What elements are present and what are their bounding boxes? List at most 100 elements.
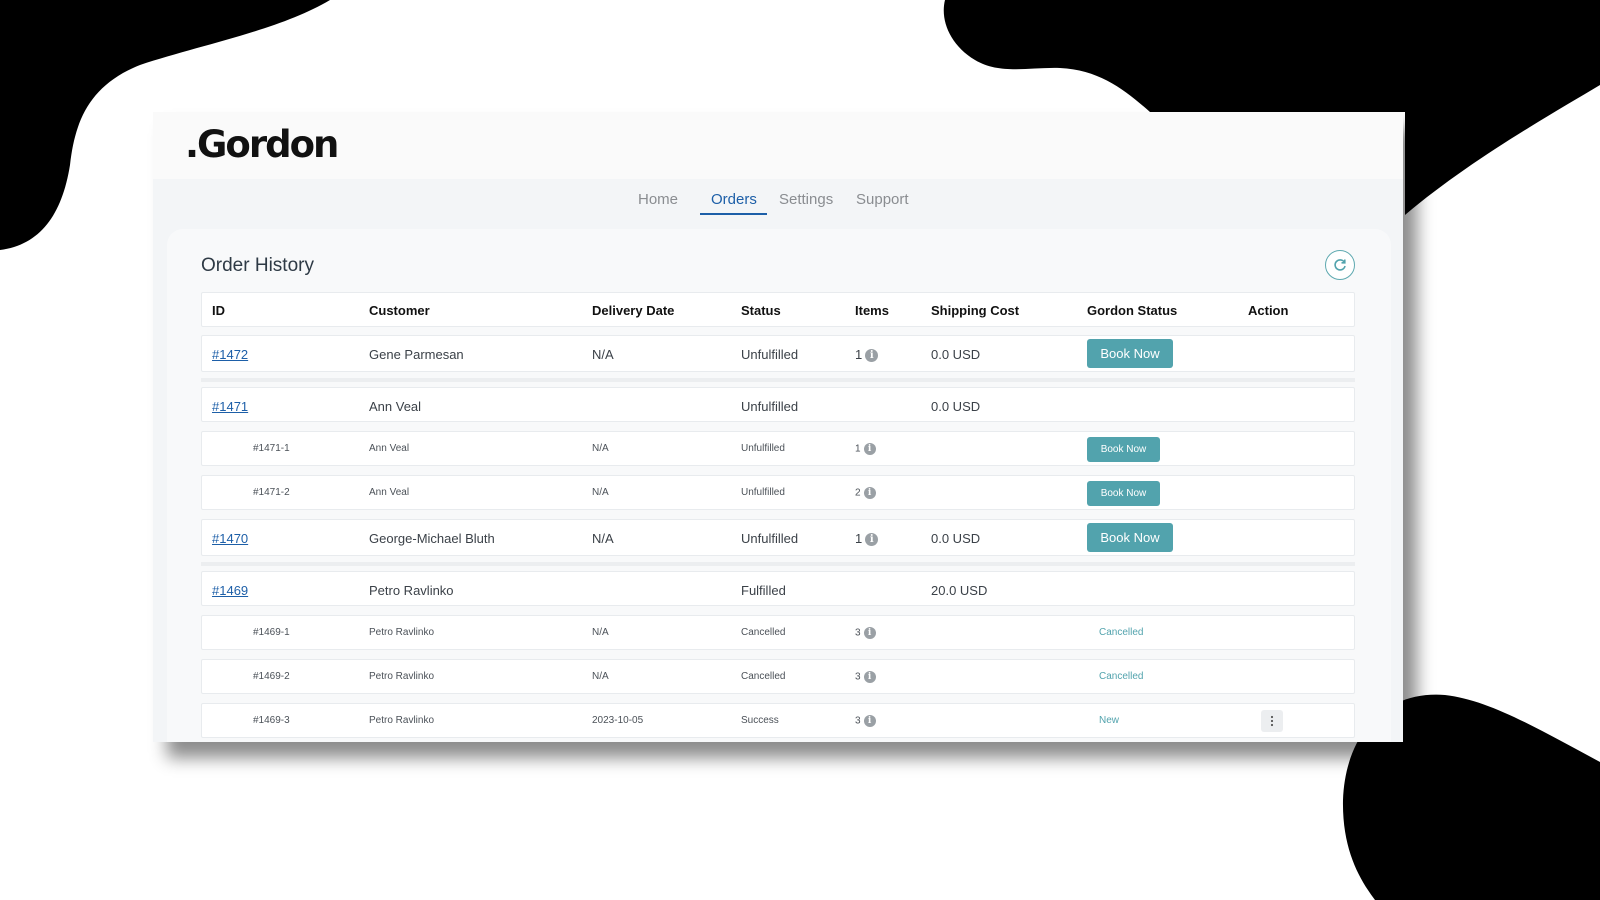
kebab-menu-icon xyxy=(1270,715,1274,727)
customer-name: Ann Veal xyxy=(369,443,410,454)
main-nav: Home Orders Settings Support xyxy=(153,179,1403,219)
nav-home[interactable]: Home xyxy=(638,191,678,209)
info-icon[interactable]: i xyxy=(863,671,876,683)
sub-order-id: #1471-2 xyxy=(253,487,290,498)
shipping-cost: 0.0 USD xyxy=(931,399,981,414)
customer-name: Petro Ravlinko xyxy=(369,671,435,682)
row-group-separator xyxy=(201,378,1355,382)
items-count: 1i xyxy=(855,443,876,455)
delivery-date: N/A xyxy=(592,347,614,362)
items-value: 1 xyxy=(855,531,863,546)
nav-support[interactable]: Support xyxy=(856,191,909,209)
sub-order-id: #1469-1 xyxy=(253,627,290,638)
customer-name: Ann Veal xyxy=(369,399,422,414)
order-id-link[interactable]: #1469 xyxy=(212,583,248,598)
order-id-link[interactable]: #1472 xyxy=(212,347,248,362)
items-count: 3i xyxy=(855,627,876,639)
sub-order-row: #1469-2 Petro Ravlinko N/A Cancelled 3i … xyxy=(201,659,1355,694)
items-value: 3 xyxy=(855,627,861,639)
info-icon[interactable]: i xyxy=(865,349,879,363)
info-icon[interactable]: i xyxy=(863,487,876,499)
delivery-date: N/A xyxy=(592,671,609,682)
order-status: Unfulfilled xyxy=(741,443,785,454)
gordon-status-link[interactable]: New xyxy=(1099,715,1119,726)
items-value: 3 xyxy=(855,671,861,683)
nav-settings[interactable]: Settings xyxy=(779,191,833,209)
header-delivery-date: Delivery Date xyxy=(592,303,675,318)
row-actions-button[interactable] xyxy=(1261,710,1283,732)
order-status: Unfulfilled xyxy=(741,487,785,498)
book-now-button[interactable]: Book Now xyxy=(1087,523,1173,552)
order-id-link[interactable]: #1471 xyxy=(212,399,248,414)
shipping-cost: 0.0 USD xyxy=(931,347,981,362)
order-status: Cancelled xyxy=(741,627,786,638)
sub-order-id: #1469-3 xyxy=(253,715,290,726)
header-gordon-status: Gordon Status xyxy=(1087,303,1178,318)
refresh-icon xyxy=(1334,259,1346,271)
header: .Gordon xyxy=(153,112,1403,179)
items-value: 1 xyxy=(855,347,863,362)
sub-order-id: #1471-1 xyxy=(253,443,290,454)
table-row: #1471 Ann Veal Unfulfilled 0.0 USD xyxy=(201,387,1355,422)
page-title: Order History xyxy=(201,255,314,276)
sub-order-row: #1471-1 Ann Veal N/A Unfulfilled 1i Book… xyxy=(201,431,1355,466)
order-status: Unfulfilled xyxy=(741,399,799,414)
delivery-date: N/A xyxy=(592,627,609,638)
items-count: 1i xyxy=(855,347,879,363)
items-value: 1 xyxy=(855,443,861,455)
items-count: 2i xyxy=(855,487,876,499)
items-count: 3i xyxy=(855,671,876,683)
info-icon[interactable]: i xyxy=(865,533,879,547)
table-row: #1470 George-Michael Bluth N/A Unfulfill… xyxy=(201,519,1355,556)
refresh-button[interactable] xyxy=(1325,250,1355,280)
nav-active-underline xyxy=(700,213,767,215)
order-status: Unfulfilled xyxy=(741,531,799,546)
book-now-button[interactable]: Book Now xyxy=(1087,437,1160,462)
order-status: Unfulfilled xyxy=(741,347,799,362)
info-icon[interactable]: i xyxy=(863,443,876,455)
customer-name: Petro Ravlinko xyxy=(369,715,435,726)
book-now-button[interactable]: Book Now xyxy=(1087,339,1173,368)
items-value: 2 xyxy=(855,487,861,499)
info-icon[interactable]: i xyxy=(863,627,876,639)
sub-order-row: #1469-1 Petro Ravlinko N/A Cancelled 3i … xyxy=(201,615,1355,650)
sub-order-id: #1469-2 xyxy=(253,671,290,682)
app-window: .Gordon Home Orders Settings Support Ord… xyxy=(153,112,1403,742)
delivery-date: N/A xyxy=(592,487,609,498)
header-id: ID xyxy=(212,303,225,318)
sub-order-row: #1469-3 Petro Ravlinko 2023-10-05 Succes… xyxy=(201,703,1355,738)
delivery-date: N/A xyxy=(592,443,609,454)
book-now-button[interactable]: Book Now xyxy=(1087,481,1160,506)
items-value: 3 xyxy=(855,715,861,727)
sub-order-row: #1471-2 Ann Veal N/A Unfulfilled 2i Book… xyxy=(201,475,1355,510)
delivery-date: 2023-10-05 xyxy=(592,715,644,726)
customer-name: Petro Ravlinko xyxy=(369,583,454,598)
items-count: 1i xyxy=(855,531,879,547)
shipping-cost: 0.0 USD xyxy=(931,531,981,546)
table-header: ID Customer Delivery Date Status Items S… xyxy=(201,292,1355,327)
delivery-date: N/A xyxy=(592,531,614,546)
logo: .Gordon xyxy=(185,123,339,166)
shipping-cost: 20.0 USD xyxy=(931,583,988,598)
gordon-status-link[interactable]: Cancelled xyxy=(1099,627,1143,638)
header-shipping-cost: Shipping Cost xyxy=(931,303,1020,318)
customer-name: Gene Parmesan xyxy=(369,347,464,362)
header-status: Status xyxy=(741,303,781,318)
items-count: 3i xyxy=(855,715,876,727)
customer-name: Ann Veal xyxy=(369,487,410,498)
order-status: Success xyxy=(741,715,779,726)
header-items: Items xyxy=(855,303,889,318)
header-customer: Customer xyxy=(369,303,430,318)
order-id-link[interactable]: #1470 xyxy=(212,531,248,546)
table-row: #1469 Petro Ravlinko Fulfilled 20.0 USD xyxy=(201,571,1355,606)
row-group-separator xyxy=(201,562,1355,566)
customer-name: George-Michael Bluth xyxy=(369,531,495,546)
table-row: #1472 Gene Parmesan N/A Unfulfilled 1i 0… xyxy=(201,335,1355,372)
header-action: Action xyxy=(1248,303,1289,318)
order-status: Cancelled xyxy=(741,671,786,682)
customer-name: Petro Ravlinko xyxy=(369,627,435,638)
order-status: Fulfilled xyxy=(741,583,786,598)
info-icon[interactable]: i xyxy=(863,715,876,727)
gordon-status-link[interactable]: Cancelled xyxy=(1099,671,1143,682)
nav-orders[interactable]: Orders xyxy=(711,191,757,209)
